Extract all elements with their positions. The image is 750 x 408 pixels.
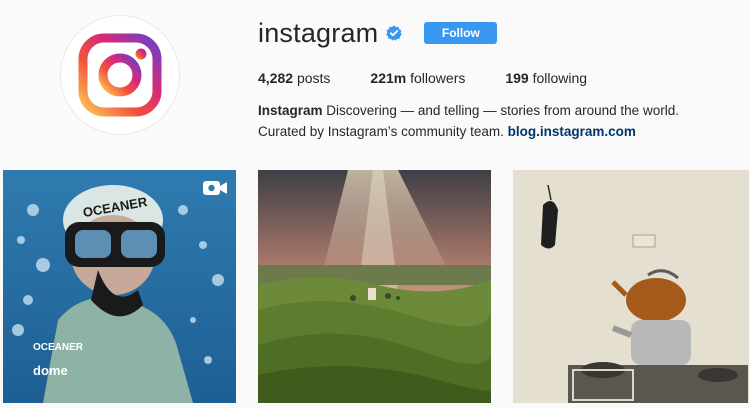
suit-text: OCEANER (33, 342, 84, 353)
profile-header: instagram Follow 4,282 posts 221m follow… (258, 16, 740, 142)
post-image-teapot (513, 170, 749, 403)
stat-followers-count: 221m (370, 70, 407, 86)
instagram-logo-icon (78, 33, 162, 117)
stat-followers[interactable]: 221m followers (370, 70, 465, 86)
username: instagram (258, 17, 379, 48)
stat-posts: 4,282 posts (258, 70, 330, 86)
stat-posts-label: posts (296, 70, 331, 86)
profile-avatar[interactable] (60, 15, 180, 135)
bio-name: Instagram (258, 103, 323, 118)
verified-badge-icon (386, 25, 403, 41)
post-thumbnail[interactable] (513, 170, 749, 403)
stat-followers-label: followers (410, 70, 466, 86)
suit-text-2: dome (33, 363, 68, 378)
bio-link[interactable]: blog.instagram.com (508, 124, 636, 139)
profile-bio: Instagram Discovering — and telling — st… (258, 100, 728, 142)
post-image-diver: OCEANER OCEANER dome (3, 170, 236, 403)
post-image-hills (258, 170, 491, 403)
stat-posts-count: 4,282 (258, 70, 294, 86)
stat-following[interactable]: 199 following (505, 70, 587, 86)
post-thumbnail[interactable]: OCEANER OCEANER dome (3, 170, 236, 403)
follow-button[interactable]: Follow (424, 22, 498, 44)
stat-following-count: 199 (505, 70, 529, 86)
stat-following-label: following (532, 70, 588, 86)
post-thumbnail[interactable] (258, 170, 491, 403)
video-camera-icon (203, 181, 227, 195)
profile-stats: 4,282 posts 221m followers 199 following (258, 70, 740, 86)
title-row: instagram Follow (258, 16, 740, 50)
